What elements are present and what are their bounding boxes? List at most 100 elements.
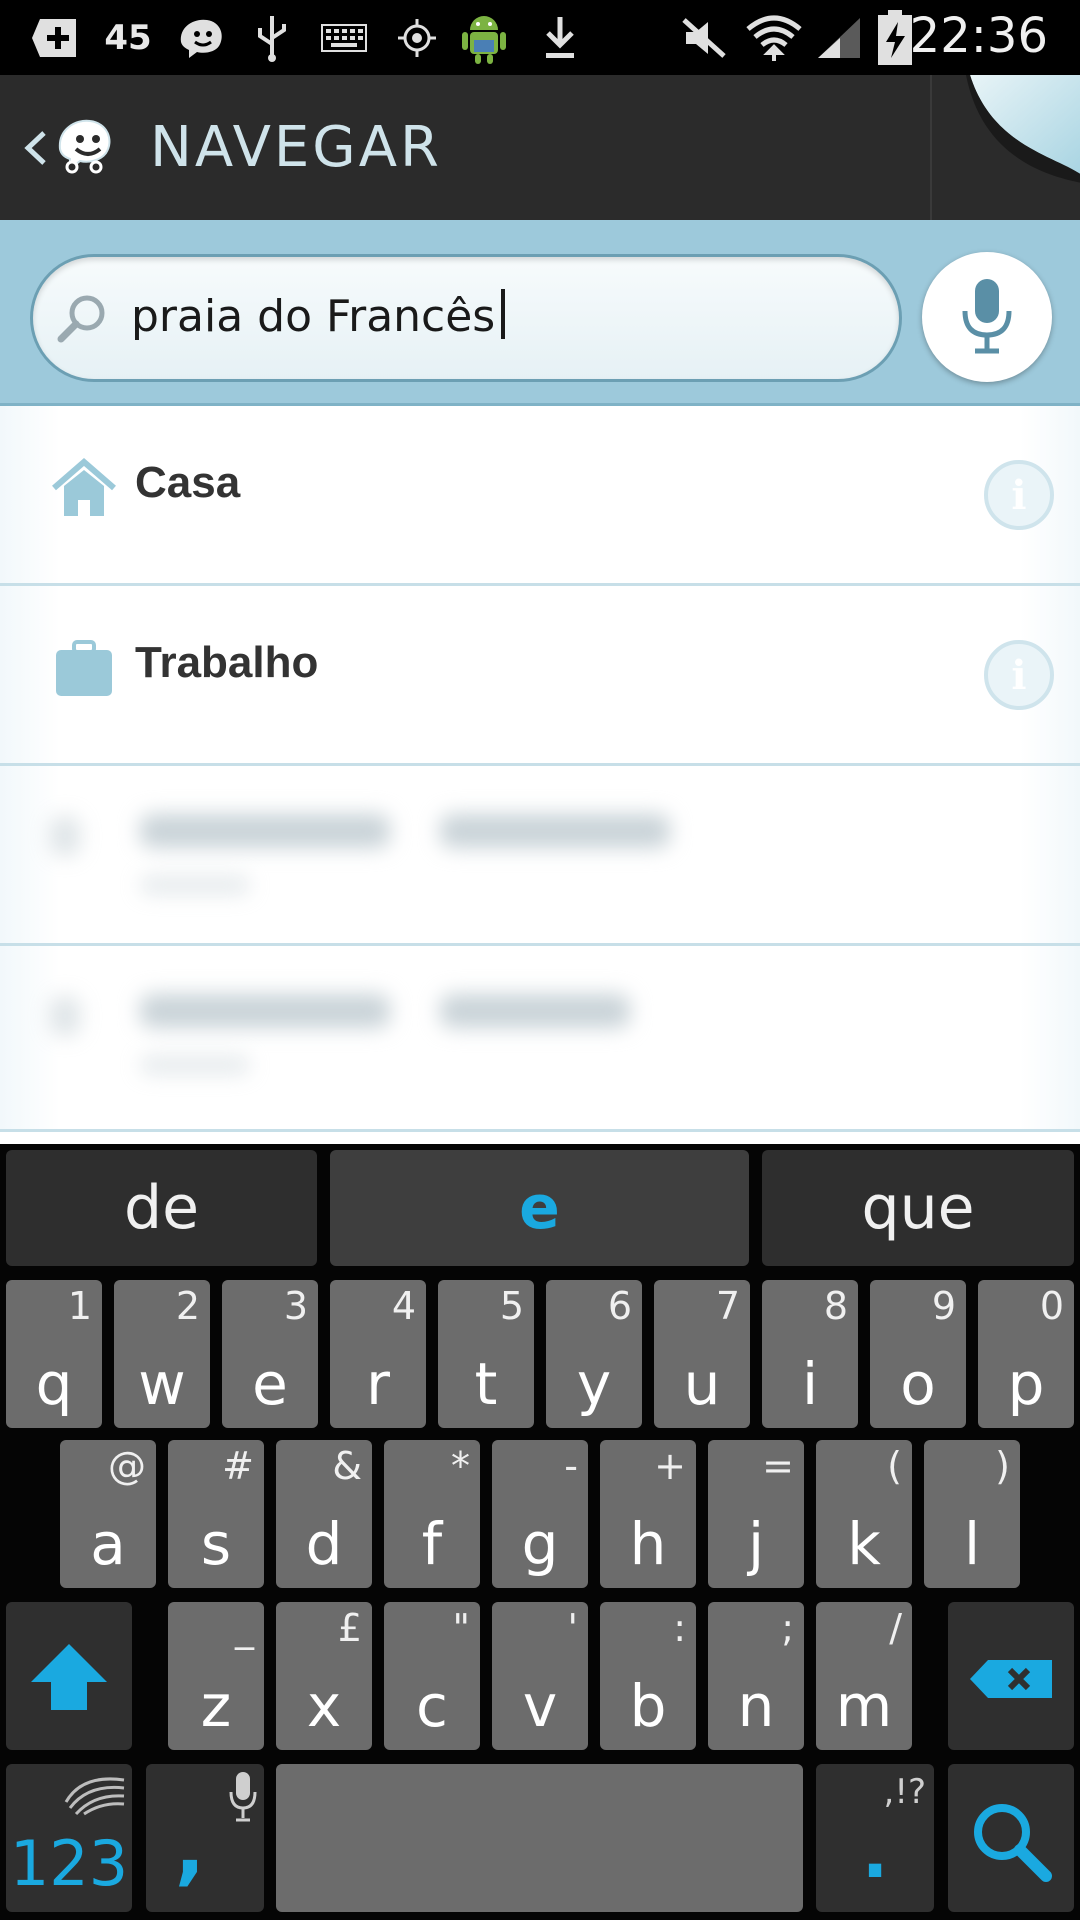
- key-alt-label: (: [887, 1444, 902, 1488]
- key-alt-label: 8: [823, 1284, 848, 1328]
- key-f[interactable]: * f: [384, 1440, 480, 1588]
- key-x[interactable]: £ x: [276, 1602, 372, 1750]
- voice-search-button[interactable]: [922, 252, 1052, 382]
- key-alt-label: -: [564, 1444, 578, 1488]
- key-i[interactable]: 8i: [762, 1280, 858, 1428]
- suggestion-2[interactable]: e: [330, 1150, 749, 1266]
- key-label: f: [421, 1510, 443, 1578]
- back-button[interactable]: [20, 125, 50, 171]
- key-alt-label: ': [567, 1606, 578, 1650]
- key-b[interactable]: :b: [600, 1602, 696, 1750]
- list-item-recent[interactable]: [0, 766, 1080, 946]
- key-z[interactable]: _ z: [168, 1602, 264, 1750]
- key-j[interactable]: = j: [708, 1440, 804, 1588]
- waze-logo-icon: [58, 119, 111, 174]
- gps-icon: [392, 10, 442, 66]
- key-d[interactable]: & d: [276, 1440, 372, 1588]
- key-label: z: [200, 1672, 232, 1740]
- space-key[interactable]: [276, 1764, 803, 1912]
- keyboard: de e que 1q2w3e4r5t6y7u8i9o0p @ a # s & d * f - g…: [0, 1144, 1080, 1920]
- key-t[interactable]: 5t: [438, 1280, 534, 1428]
- notification-count-text: 45: [104, 18, 152, 58]
- key-label: k: [847, 1510, 881, 1578]
- comma-key-label: ,: [174, 1801, 206, 1894]
- signal-icon: [810, 10, 866, 66]
- suggestion-1[interactable]: de: [6, 1150, 317, 1266]
- key-alt-label: +: [654, 1444, 686, 1488]
- key-alt-label: 3: [283, 1284, 308, 1328]
- add-notification-icon: [26, 10, 84, 66]
- info-button[interactable]: i: [984, 640, 1054, 710]
- app-header: NAVEGAR: [0, 75, 1080, 220]
- numbers-key-label: 123: [9, 1827, 129, 1900]
- period-key[interactable]: ,!? .: [816, 1764, 934, 1912]
- key-alt-label: 4: [391, 1284, 416, 1328]
- key-s[interactable]: # s: [168, 1440, 264, 1588]
- shift-key[interactable]: [6, 1602, 132, 1750]
- blurred-icon: [50, 996, 80, 1036]
- key-alt-label: *: [451, 1444, 470, 1488]
- list-item-label: Trabalho: [135, 638, 319, 687]
- key-u[interactable]: 7u: [654, 1280, 750, 1428]
- key-n[interactable]: ; n: [708, 1602, 804, 1750]
- key-label: g: [521, 1510, 559, 1578]
- key-alt-label: ): [995, 1444, 1010, 1488]
- key-y[interactable]: 6y: [546, 1280, 642, 1428]
- list-item-recent[interactable]: [0, 946, 1080, 1132]
- back-chevron-icon: [24, 131, 46, 165]
- info-button[interactable]: i: [984, 460, 1054, 530]
- key-alt-label: 6: [607, 1284, 632, 1328]
- key-o[interactable]: 9o: [870, 1280, 966, 1428]
- key-alt-label: 1: [67, 1284, 92, 1328]
- key-label: t: [474, 1350, 498, 1418]
- key-l[interactable]: ) l: [924, 1440, 1020, 1588]
- shift-arrow-icon: [31, 1644, 107, 1710]
- key-k[interactable]: (k: [816, 1440, 912, 1588]
- list-item-work[interactable]: Trabalho i: [0, 586, 1080, 766]
- key-label: c: [416, 1672, 448, 1740]
- search-area: praia do Francês: [0, 220, 1080, 406]
- briefcase-icon: [56, 640, 112, 696]
- key-alt-label: @: [108, 1444, 146, 1488]
- key-c[interactable]: " c: [384, 1602, 480, 1750]
- period-key-label: .: [861, 1812, 889, 1894]
- key-label: y: [576, 1350, 612, 1418]
- destination-list: Casa i Trabalho i: [0, 406, 1080, 1144]
- key-alt-label: /: [889, 1606, 902, 1650]
- key-m[interactable]: / m: [816, 1602, 912, 1750]
- key-v[interactable]: ' v: [492, 1602, 588, 1750]
- key-label: d: [305, 1510, 343, 1578]
- key-w[interactable]: 2w: [114, 1280, 210, 1428]
- usb-icon: [248, 10, 296, 66]
- comma-key[interactable]: ,: [146, 1764, 264, 1912]
- key-label: h: [629, 1510, 667, 1578]
- key-label: b: [629, 1672, 667, 1740]
- key-r[interactable]: 4r: [330, 1280, 426, 1428]
- key-label: m: [835, 1672, 893, 1740]
- key-h[interactable]: + h: [600, 1440, 696, 1588]
- mute-icon: [676, 10, 732, 66]
- list-item-home[interactable]: Casa i: [0, 406, 1080, 586]
- download-icon: [534, 10, 586, 66]
- waze-logo[interactable]: [52, 113, 118, 179]
- map-page-curl[interactable]: [930, 75, 1080, 220]
- search-input[interactable]: praia do Francês: [30, 254, 902, 382]
- key-a[interactable]: @ a: [60, 1440, 156, 1588]
- key-alt-label: 0: [1039, 1284, 1064, 1328]
- key-e[interactable]: 3e: [222, 1280, 318, 1428]
- key-g[interactable]: -g: [492, 1440, 588, 1588]
- numbers-key[interactable]: 123: [6, 1764, 132, 1912]
- blurred-text: [440, 994, 630, 1028]
- suggestion-3[interactable]: que: [762, 1150, 1074, 1266]
- page-curl-icon: [966, 75, 1080, 183]
- status-bar: 45 22:36: [0, 0, 1080, 75]
- key-p[interactable]: 0p: [978, 1280, 1074, 1428]
- blurred-text: [140, 1056, 250, 1074]
- key-label: n: [737, 1672, 775, 1740]
- key-q[interactable]: 1q: [6, 1280, 102, 1428]
- search-key[interactable]: [948, 1764, 1074, 1912]
- key-label: u: [683, 1350, 721, 1418]
- key-label: i: [801, 1350, 819, 1418]
- backspace-key[interactable]: [948, 1602, 1074, 1750]
- blurred-text: [140, 994, 390, 1028]
